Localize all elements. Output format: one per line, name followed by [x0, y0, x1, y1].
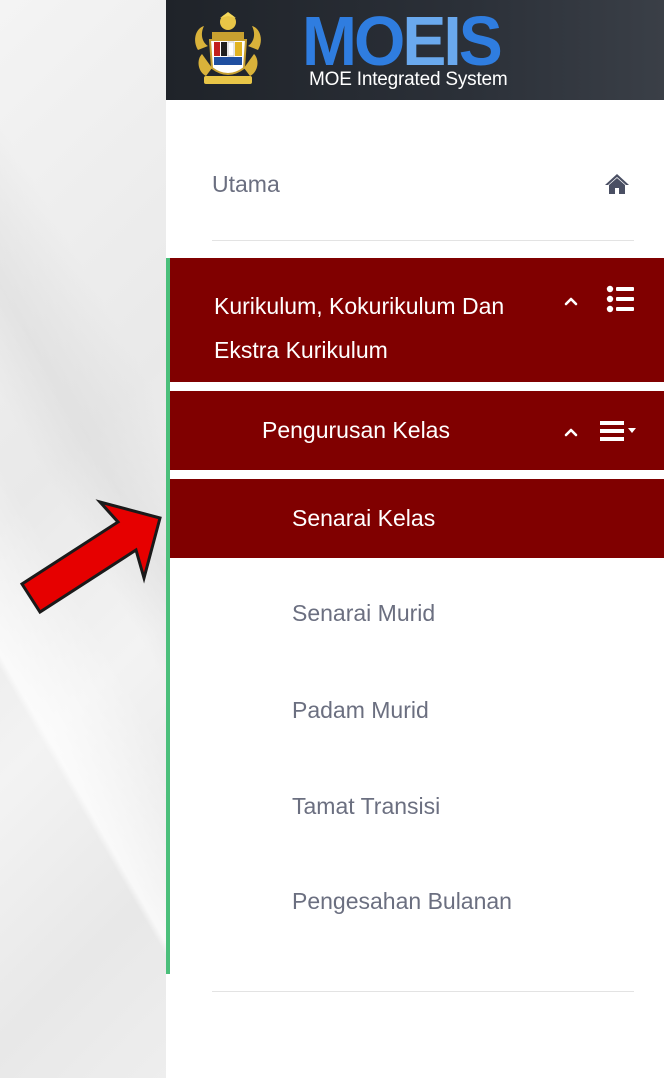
app-tagline: MOE Integrated System: [309, 69, 508, 90]
divider: [212, 991, 634, 992]
nav-item-label: Senarai Kelas: [292, 505, 436, 531]
nav-subsection-pengurusan-kelas[interactable]: Pengurusan Kelas: [170, 391, 664, 470]
app-header: MOEIS MOE Integrated System: [166, 0, 664, 100]
list-icon: [606, 285, 634, 313]
nav-item-senarai-murid[interactable]: Senarai Murid: [292, 583, 435, 643]
home-icon: [605, 174, 629, 194]
red-arrow-annotation: [19, 499, 162, 615]
nav-item-senarai-kelas[interactable]: Senarai Kelas: [170, 479, 664, 558]
chevron-up-icon[interactable]: [564, 427, 578, 437]
sidebar: MOEIS MOE Integrated System Utama Kuriku…: [166, 0, 664, 1078]
nav-subsection-label: Pengurusan Kelas: [262, 417, 450, 443]
nav-item-utama[interactable]: Utama: [212, 158, 632, 210]
coat-of-arms-logo: [195, 12, 261, 84]
divider: [212, 240, 634, 241]
moeis-logo-text: MOEIS: [302, 2, 503, 80]
nav-section-label: Kurikulum, Kokurikulum Dan Ekstra Kuriku…: [214, 293, 505, 363]
nav-item-label: Utama: [212, 170, 280, 197]
nav-item-tamat-transisi[interactable]: Tamat Transisi: [292, 776, 440, 836]
nav-section-kurikulum[interactable]: Kurikulum, Kokurikulum Dan Ekstra Kuriku…: [170, 258, 664, 382]
nav-item-padam-murid[interactable]: Padam Murid: [292, 680, 429, 740]
chevron-up-icon[interactable]: [564, 296, 578, 306]
bars-dropdown-icon: [600, 421, 636, 441]
nav-item-pengesahan-bulanan[interactable]: Pengesahan Bulanan: [292, 871, 512, 931]
